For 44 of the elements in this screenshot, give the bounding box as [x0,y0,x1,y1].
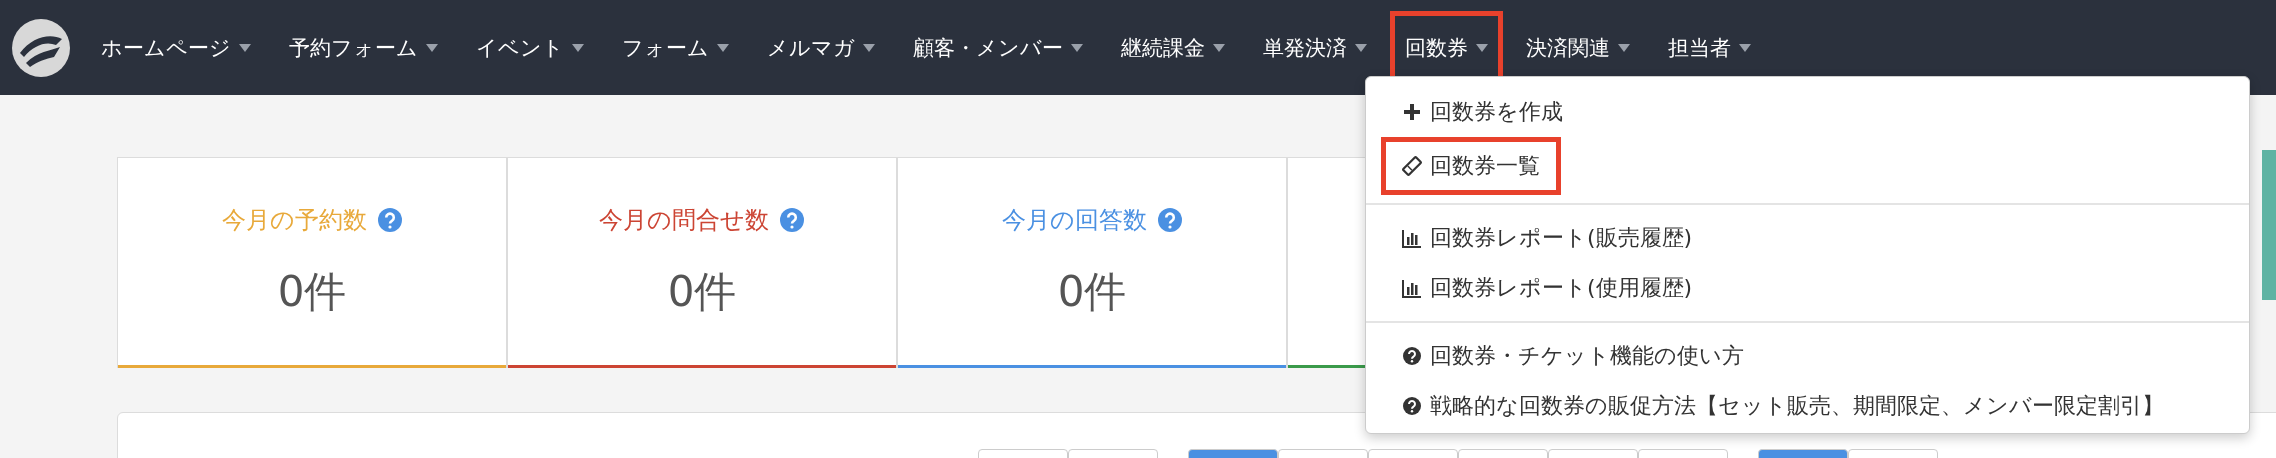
plus-icon [1402,102,1422,122]
menu-item[interactable]: 回数券レポート(販売履歴) [1386,213,1709,263]
caret-icon [572,43,584,52]
caret-icon [717,43,729,52]
caret-icon [426,43,438,52]
nav-menu-item[interactable]: 継続課金 [1106,28,1240,67]
menu-item[interactable]: 回数券・チケット機能の使い方 [1386,331,1760,381]
nav-menu-item[interactable]: 決済関連 [1511,28,1645,67]
caret-icon [863,43,875,52]
caret-icon [1739,43,1751,52]
menu-item[interactable]: 回数券レポート(使用履歴) [1386,263,1709,313]
nav-menu-item[interactable]: メルマガ [752,28,890,67]
bar-chart-icon [1402,228,1422,248]
logo[interactable] [10,16,72,79]
caret-icon [1618,43,1630,52]
stat-value: 0件 [1057,265,1127,318]
stat-value: 0件 [667,265,737,318]
help-icon [1402,396,1422,416]
caret-icon [1476,43,1488,52]
stat-value: 0件 [277,265,347,318]
bar-chart-icon [1402,278,1422,298]
stat-label: 今月の問合せ数 [599,203,805,236]
stat-label: 今月の回答数 [1001,203,1183,236]
caret-icon [1355,43,1367,52]
menu-item[interactable]: 回数券を作成 [1386,87,1579,137]
help-icon[interactable] [1156,206,1183,233]
stat-label: 今月の予約数 [221,203,403,236]
caret-icon [1213,43,1225,52]
caret-icon [239,43,251,52]
nav-menu-item[interactable]: ホームページ [86,28,266,67]
nav-menu-item[interactable]: 担当者 [1653,28,1766,67]
nav-menu-item[interactable]: フォーム [607,28,744,67]
nav-menu-item[interactable]: 顧客・メンバー [898,28,1098,67]
ticket-icon [1402,156,1422,176]
help-icon[interactable] [376,206,403,233]
menu-item[interactable]: 回数券一覧 [1381,137,1561,195]
side-tab[interactable] [2262,150,2276,300]
help-icon [1402,346,1422,366]
help-icon[interactable] [779,206,805,233]
nav-menu-item[interactable]: 予約フォーム [274,28,453,67]
nav-menu-item[interactable]: 単発決済 [1248,28,1382,67]
caret-icon [1071,43,1083,52]
menu-item[interactable]: 戦略的な回数券の販促方法【セット販売、期間限定、メンバー限定割引】 [1386,381,2180,431]
nav-menu-item[interactable]: イベント [461,28,599,67]
